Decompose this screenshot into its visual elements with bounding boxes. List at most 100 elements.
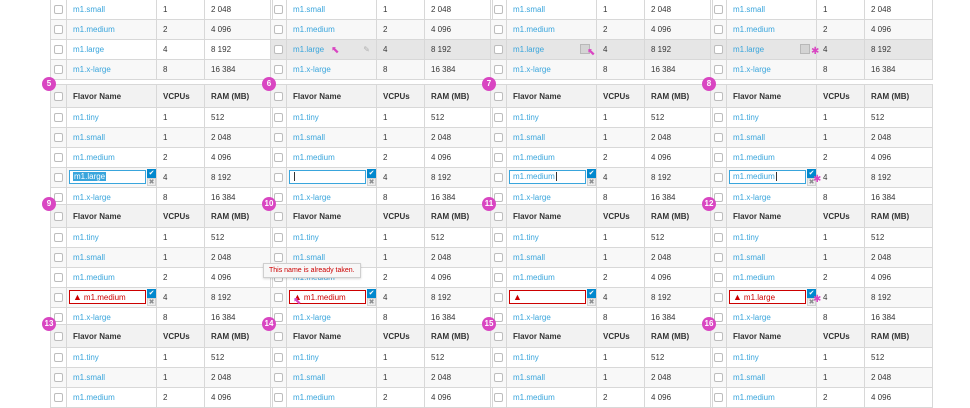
flavor-name-cell[interactable]: m1.medium (506, 387, 597, 408)
column-header-vcpus[interactable]: VCPUs (156, 324, 205, 348)
row-checkbox-cell[interactable] (710, 247, 727, 268)
row-checkbox[interactable] (274, 233, 283, 243)
flavor-name-link[interactable]: m1.tiny (733, 353, 759, 362)
row-checkbox-cell[interactable] (270, 287, 287, 308)
row-checkbox-cell[interactable] (490, 39, 507, 60)
confirm-edit-button[interactable]: ✔ (147, 169, 156, 178)
flavor-name-cell[interactable]: m1.small (506, 247, 597, 268)
flavor-name-cell[interactable]: m1.medium (286, 387, 377, 408)
row-checkbox[interactable] (54, 173, 63, 183)
flavor-name-link[interactable]: m1.small (733, 133, 765, 142)
row-checkbox[interactable] (494, 293, 503, 303)
flavor-name-link[interactable]: m1.tiny (73, 353, 99, 362)
row-checkbox[interactable] (54, 353, 63, 363)
row-checkbox[interactable] (714, 253, 723, 263)
row-checkbox-cell[interactable] (710, 227, 727, 248)
row-checkbox-cell[interactable] (50, 247, 67, 268)
flavor-name-link[interactable]: m1.medium (293, 25, 335, 34)
row-checkbox-cell[interactable] (490, 247, 507, 268)
flavor-name-link[interactable]: m1.medium (513, 25, 555, 34)
flavor-name-link[interactable]: m1.x-large (73, 65, 111, 74)
row-checkbox[interactable] (494, 113, 503, 123)
flavor-name-link[interactable]: m1.tiny (513, 113, 539, 122)
column-header-flavor-name[interactable]: Flavor Name (506, 84, 597, 108)
flavor-name-cell[interactable]: ▲ m1.medium ✔ ✖ (66, 287, 157, 308)
row-checkbox[interactable] (274, 173, 283, 183)
flavor-name-link[interactable]: m1.small (293, 253, 325, 262)
flavor-name-cell[interactable]: m1.small (286, 0, 377, 20)
flavor-name-cell[interactable]: m1.medium (726, 387, 817, 408)
flavor-name-link[interactable]: m1.x-large (293, 193, 331, 202)
flavor-name-link[interactable]: m1.small (293, 5, 325, 14)
row-checkbox-cell[interactable] (710, 147, 727, 168)
row-checkbox[interactable] (714, 153, 723, 163)
row-checkbox-cell[interactable] (710, 39, 727, 60)
row-checkbox[interactable] (494, 253, 503, 263)
confirm-edit-button[interactable]: ✔ (367, 289, 376, 298)
row-checkbox[interactable] (494, 25, 503, 35)
column-header-vcpus[interactable]: VCPUs (596, 204, 645, 228)
flavor-name-link[interactable]: m1.medium (73, 25, 115, 34)
row-checkbox-cell[interactable] (270, 39, 287, 60)
column-header-vcpus[interactable]: VCPUs (596, 324, 645, 348)
flavor-name-link[interactable]: m1.tiny (733, 113, 759, 122)
column-header-flavor-name[interactable]: Flavor Name (506, 324, 597, 348)
row-checkbox-cell[interactable] (50, 107, 67, 128)
flavor-name-cell[interactable]: m1.medium (286, 19, 377, 40)
flavor-name-link[interactable]: m1.medium (513, 153, 555, 162)
flavor-name-link[interactable]: m1.x-large (513, 313, 551, 322)
row-checkbox[interactable] (714, 45, 723, 55)
row-checkbox-cell[interactable] (490, 107, 507, 128)
row-checkbox-cell[interactable] (50, 267, 67, 288)
column-header-vcpus[interactable]: VCPUs (376, 324, 425, 348)
confirm-edit-button[interactable]: ✔ (367, 169, 376, 178)
flavor-name-cell[interactable]: m1.medium (286, 147, 377, 168)
cancel-edit-button[interactable]: ✖ (367, 298, 376, 306)
flavor-name-link[interactable]: m1.small (293, 133, 325, 142)
cancel-edit-button[interactable]: ✖ (367, 178, 376, 186)
row-checkbox[interactable] (274, 133, 283, 143)
row-checkbox-cell[interactable] (490, 147, 507, 168)
column-header-flavor-name[interactable]: Flavor Name (726, 84, 817, 108)
row-checkbox[interactable] (54, 25, 63, 35)
flavor-name-cell[interactable]: m1.medium (506, 19, 597, 40)
row-checkbox-cell[interactable] (270, 387, 287, 408)
row-checkbox[interactable] (494, 393, 503, 403)
column-header-flavor-name[interactable]: Flavor Name (286, 204, 377, 228)
row-checkbox-cell[interactable] (710, 347, 727, 368)
row-checkbox-cell[interactable] (490, 19, 507, 40)
flavor-name-cell[interactable]: m1.medium (66, 267, 157, 288)
select-all-checkbox[interactable] (54, 211, 63, 221)
row-checkbox-cell[interactable] (710, 287, 727, 308)
flavor-name-link[interactable]: m1.medium (293, 393, 335, 402)
row-checkbox[interactable] (274, 113, 283, 123)
column-header-ram[interactable]: RAM (MB) (864, 324, 933, 348)
pencil-icon[interactable]: ✎ (363, 45, 370, 54)
column-header-vcpus[interactable]: VCPUs (156, 204, 205, 228)
flavor-name-cell[interactable]: m1.tiny (66, 107, 157, 128)
row-checkbox[interactable] (274, 25, 283, 35)
flavor-name-cell[interactable]: m1.tiny (66, 227, 157, 248)
flavor-name-cell[interactable]: m1.medium ✔ ✖ (506, 167, 597, 188)
flavor-name-cell[interactable]: m1.small (726, 367, 817, 388)
flavor-name-cell[interactable]: m1.medium (726, 267, 817, 288)
row-checkbox[interactable] (714, 5, 723, 15)
row-checkbox[interactable] (54, 65, 63, 75)
row-checkbox-cell[interactable] (490, 0, 507, 20)
row-checkbox[interactable] (54, 233, 63, 243)
flavor-name-cell[interactable]: m1.small (66, 0, 157, 20)
flavor-name-link[interactable]: m1.x-large (733, 313, 771, 322)
row-checkbox[interactable] (494, 173, 503, 183)
flavor-name-link[interactable]: m1.medium (733, 25, 775, 34)
flavor-name-cell[interactable]: ✔ ✖ (286, 167, 377, 188)
select-all-checkbox[interactable] (54, 331, 63, 341)
flavor-name-link[interactable]: m1.small (733, 253, 765, 262)
row-checkbox-cell[interactable] (490, 287, 507, 308)
row-checkbox[interactable] (274, 353, 283, 363)
row-checkbox-cell[interactable] (710, 367, 727, 388)
flavor-name-cell[interactable]: m1.medium (726, 147, 817, 168)
flavor-name-link[interactable]: m1.small (513, 5, 545, 14)
row-checkbox-cell[interactable] (270, 127, 287, 148)
row-checkbox[interactable] (494, 133, 503, 143)
flavor-name-cell[interactable]: m1.tiny (506, 227, 597, 248)
